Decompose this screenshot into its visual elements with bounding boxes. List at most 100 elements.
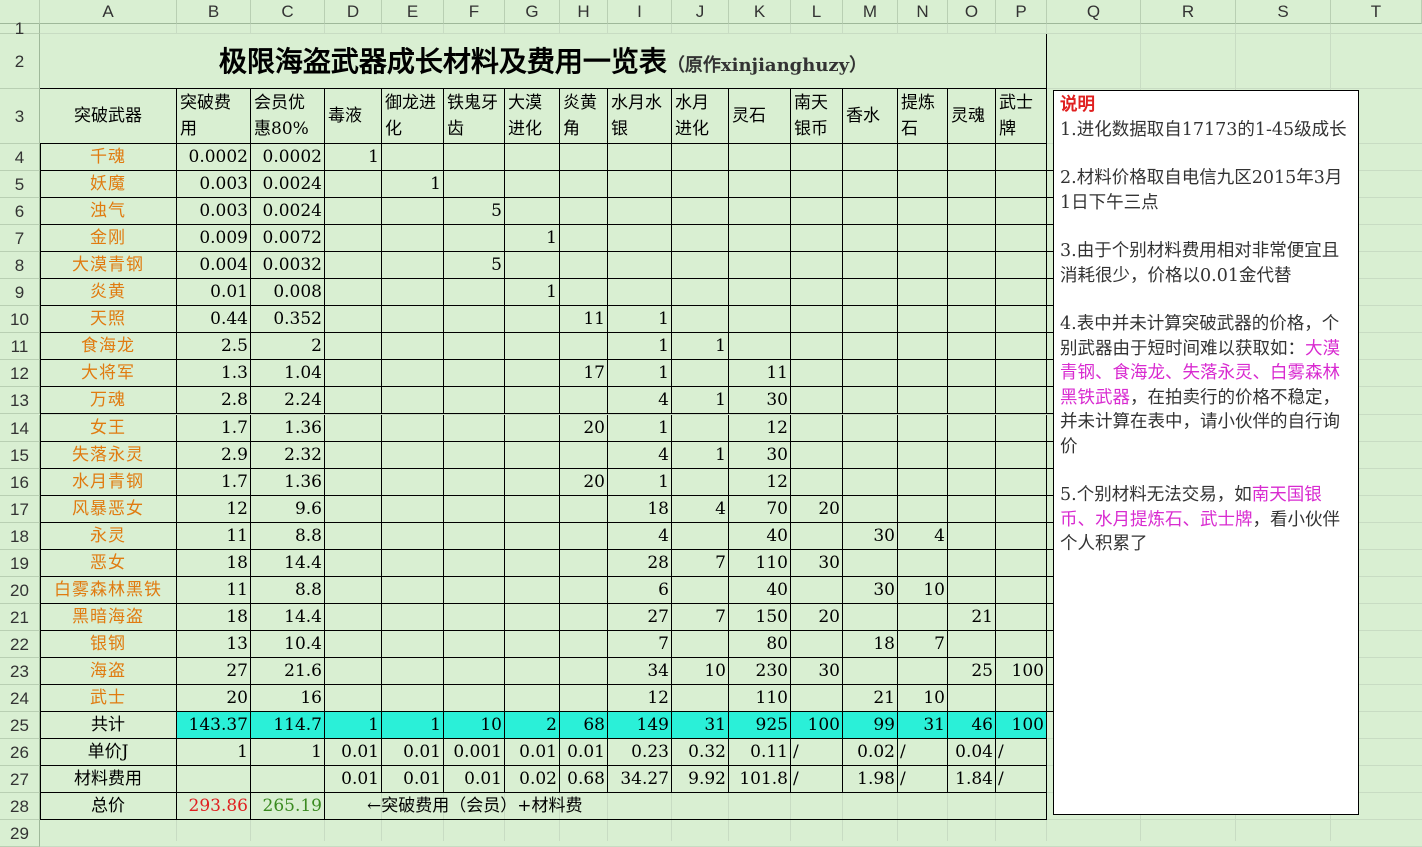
- table-cell[interactable]: [791, 171, 843, 199]
- table-cell[interactable]: [996, 468, 1047, 496]
- table-cell[interactable]: 1.7: [177, 468, 251, 496]
- table-cell[interactable]: [843, 414, 898, 442]
- table-cell[interactable]: [791, 387, 843, 415]
- unit-cell[interactable]: 0.01: [560, 739, 608, 767]
- table-cell[interactable]: 16: [251, 685, 325, 713]
- weapon-name[interactable]: 大将军: [40, 360, 177, 388]
- header-cell[interactable]: 铁鬼牙齿: [444, 89, 505, 144]
- header-cell[interactable]: 突破费用: [177, 89, 251, 144]
- table-cell[interactable]: [898, 603, 948, 631]
- table-cell[interactable]: [444, 171, 505, 199]
- table-cell[interactable]: 1.36: [251, 414, 325, 442]
- table-cell[interactable]: 30: [729, 387, 791, 415]
- row-header-14[interactable]: 14: [0, 414, 40, 442]
- table-cell[interactable]: 1.7: [177, 414, 251, 442]
- table-cell[interactable]: [560, 441, 608, 469]
- table-cell[interactable]: [560, 630, 608, 658]
- table-cell[interactable]: 30: [729, 441, 791, 469]
- table-cell[interactable]: [898, 414, 948, 442]
- table-cell[interactable]: [729, 171, 791, 199]
- table-cell[interactable]: [382, 495, 444, 523]
- table-cell[interactable]: [996, 387, 1047, 415]
- table-cell[interactable]: 4: [608, 387, 672, 415]
- row-header-4[interactable]: 4: [0, 144, 40, 172]
- table-cell[interactable]: 1.3: [177, 360, 251, 388]
- table-cell[interactable]: [560, 333, 608, 361]
- table-cell[interactable]: 0.0072: [251, 225, 325, 253]
- table-cell[interactable]: 30: [791, 657, 843, 685]
- material-cell[interactable]: 0.02: [505, 766, 560, 794]
- row-header-10[interactable]: 10: [0, 306, 40, 334]
- weapon-name[interactable]: 风暴恶女: [40, 495, 177, 523]
- table-cell[interactable]: [505, 306, 560, 334]
- table-cell[interactable]: 10: [898, 685, 948, 713]
- table-cell[interactable]: 80: [729, 630, 791, 658]
- table-cell[interactable]: 34: [608, 657, 672, 685]
- table-cell[interactable]: [325, 522, 382, 550]
- table-cell[interactable]: [505, 387, 560, 415]
- table-cell[interactable]: [608, 279, 672, 307]
- table-cell[interactable]: [729, 144, 791, 172]
- weapon-name[interactable]: 炎黄: [40, 279, 177, 307]
- table-cell[interactable]: [729, 279, 791, 307]
- table-cell[interactable]: [996, 441, 1047, 469]
- table-cell[interactable]: 30: [791, 549, 843, 577]
- header-cell[interactable]: 御龙进化: [382, 89, 444, 144]
- total-cell[interactable]: 99: [843, 712, 898, 740]
- table-cell[interactable]: 2.32: [251, 441, 325, 469]
- table-cell[interactable]: 2.8: [177, 387, 251, 415]
- total-cell[interactable]: 114.7: [251, 712, 325, 740]
- table-cell[interactable]: [672, 630, 729, 658]
- grand-total-label[interactable]: 总价: [40, 793, 177, 821]
- table-cell[interactable]: [791, 522, 843, 550]
- table-cell[interactable]: [791, 685, 843, 713]
- table-cell[interactable]: 17: [560, 360, 608, 388]
- table-cell[interactable]: [996, 279, 1047, 307]
- table-cell[interactable]: 20: [177, 685, 251, 713]
- table-cell[interactable]: [382, 414, 444, 442]
- table-cell[interactable]: 1: [608, 468, 672, 496]
- table-cell[interactable]: [382, 387, 444, 415]
- table-cell[interactable]: 4: [608, 441, 672, 469]
- column-header-O[interactable]: O: [948, 0, 996, 24]
- total-cell[interactable]: 1: [325, 712, 382, 740]
- table-cell[interactable]: 0.003: [177, 198, 251, 226]
- unit-cell[interactable]: 0.23: [608, 739, 672, 767]
- table-cell[interactable]: 2.5: [177, 333, 251, 361]
- header-cell[interactable]: 武士牌: [996, 89, 1047, 144]
- table-cell[interactable]: 8.8: [251, 576, 325, 604]
- table-cell[interactable]: [325, 387, 382, 415]
- column-header-J[interactable]: J: [672, 0, 729, 24]
- table-cell[interactable]: [791, 468, 843, 496]
- table-cell[interactable]: [325, 198, 382, 226]
- header-cell[interactable]: 会员优惠80%: [251, 89, 325, 144]
- total-cell[interactable]: 68: [560, 712, 608, 740]
- table-cell[interactable]: [729, 198, 791, 226]
- table-cell[interactable]: [444, 657, 505, 685]
- table-cell[interactable]: [608, 171, 672, 199]
- table-cell[interactable]: [382, 225, 444, 253]
- table-cell[interactable]: 11: [729, 360, 791, 388]
- table-cell[interactable]: 2.24: [251, 387, 325, 415]
- row-header-3[interactable]: 3: [0, 89, 40, 144]
- table-cell[interactable]: [672, 225, 729, 253]
- table-cell[interactable]: 1.04: [251, 360, 325, 388]
- table-cell[interactable]: 13: [177, 630, 251, 658]
- table-cell[interactable]: 40: [729, 522, 791, 550]
- unit-cell[interactable]: 0.04: [948, 739, 996, 767]
- material-cell[interactable]: 0.01: [444, 766, 505, 794]
- table-cell[interactable]: 70: [729, 495, 791, 523]
- table-cell[interactable]: [608, 198, 672, 226]
- table-cell[interactable]: 11: [177, 576, 251, 604]
- column-header-S[interactable]: S: [1236, 0, 1331, 24]
- table-cell[interactable]: [729, 225, 791, 253]
- column-header-H[interactable]: H: [560, 0, 608, 24]
- table-cell[interactable]: [382, 685, 444, 713]
- table-cell[interactable]: 0.0024: [251, 171, 325, 199]
- table-cell[interactable]: [996, 522, 1047, 550]
- table-cell[interactable]: 27: [608, 603, 672, 631]
- total-cell[interactable]: 100: [996, 712, 1047, 740]
- table-cell[interactable]: [444, 360, 505, 388]
- header-cell[interactable]: 香水: [843, 89, 898, 144]
- table-cell[interactable]: [444, 549, 505, 577]
